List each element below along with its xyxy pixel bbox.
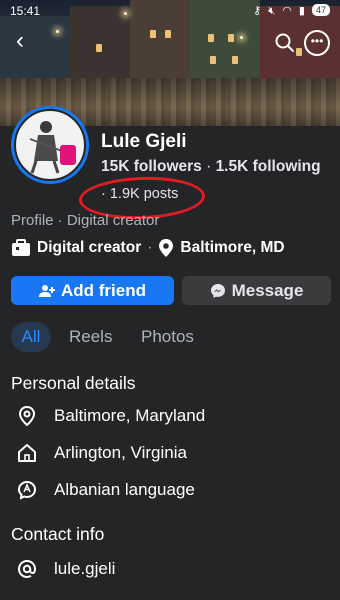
status-time: 15:41 [10, 4, 41, 18]
back-button[interactable]: ‹ [8, 27, 32, 54]
wifi-icon: ◠ [282, 5, 294, 17]
add-friend-button[interactable]: Add friend [11, 276, 174, 305]
avatar-badge [60, 145, 76, 165]
battery-icon: 47 [311, 4, 330, 16]
message-button[interactable]: Message [182, 276, 331, 305]
detail-item-text: Albanian language [54, 480, 195, 499]
tab-reels[interactable]: Reels [69, 322, 112, 352]
briefcase-icon [12, 239, 30, 256]
following-count[interactable]: 1.5K following [216, 158, 321, 175]
avatar[interactable] [11, 106, 89, 184]
status-icons: ⚷ 🔇︎ ◠ ▮ 47 [253, 4, 330, 18]
detail-item-hometown: Arlington, Virginia [16, 442, 187, 464]
detail-item-language: Albanian language [16, 479, 195, 501]
add-friend-icon [39, 284, 55, 297]
avatar-image [14, 109, 86, 181]
mute-icon: 🔇︎ [268, 5, 278, 17]
signal-icon: ▮ [298, 5, 307, 17]
at-sign-icon [16, 558, 38, 580]
detail-location: Baltimore, MD [180, 239, 285, 256]
search-icon [275, 33, 294, 52]
stats-separator: · [206, 158, 216, 175]
tab-all[interactable]: All [11, 322, 51, 352]
cover-lamp [240, 36, 243, 39]
profile-stats: 15K followers · 1.5K following [101, 158, 321, 176]
add-friend-label: Add friend [61, 280, 146, 300]
profile-details-row: Digital creator · Baltimore, MD [11, 238, 285, 258]
cover-window [150, 30, 156, 38]
detail-item-current-city: Baltimore, Maryland [16, 405, 205, 427]
cover-window [232, 56, 238, 64]
messenger-icon [210, 283, 225, 298]
personal-details-title: Personal details [11, 373, 136, 393]
message-label: Message [231, 280, 304, 300]
cover-window [165, 30, 171, 38]
status-bar: 15:41 ⚷ 🔇︎ ◠ ▮ 47 [0, 0, 340, 22]
cover-window [210, 56, 216, 64]
contact-item-username[interactable]: lule.gjeli [16, 558, 115, 580]
profile-category: Profile · Digital creator [11, 212, 160, 229]
location-pin-icon [159, 239, 174, 257]
cover-window [208, 34, 214, 42]
contact-info-title: Contact info [11, 524, 105, 544]
profile-name: Lule Gjeli [101, 131, 187, 152]
key-icon: ⚷ [253, 5, 264, 17]
cover-window [296, 48, 302, 56]
more-options-button[interactable]: ••• [304, 30, 330, 56]
detail-item-text: Arlington, Virginia [54, 443, 187, 462]
cover-lamp [56, 30, 59, 33]
contact-item-text: lule.gjeli [54, 559, 116, 578]
cover-window [228, 34, 234, 42]
tab-photos[interactable]: Photos [141, 322, 194, 352]
home-icon [16, 442, 38, 464]
detail-item-text: Baltimore, Maryland [54, 406, 206, 425]
detail-category: Digital creator [37, 239, 142, 256]
more-dots-icon: ••• [310, 34, 324, 48]
search-button[interactable] [274, 32, 296, 54]
detail-separator: · [147, 239, 153, 256]
location-pin-icon [16, 405, 38, 427]
followers-count[interactable]: 15K followers [101, 158, 202, 175]
cover-window [96, 44, 102, 52]
back-arrow-icon: ‹ [16, 27, 24, 54]
language-icon [16, 479, 38, 501]
